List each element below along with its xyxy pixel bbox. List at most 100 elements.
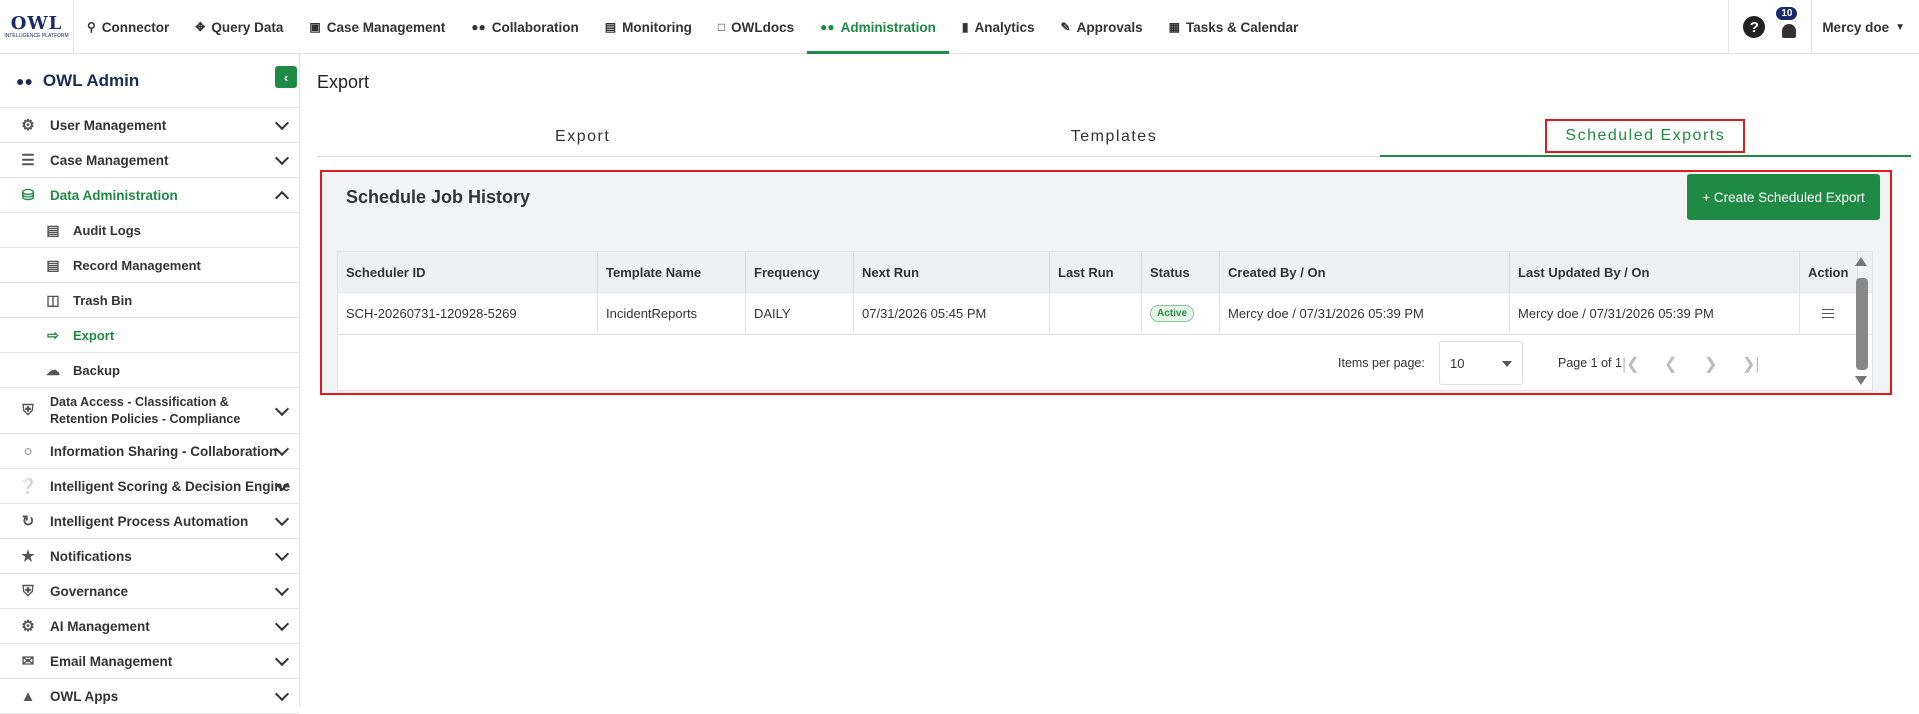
last-page-icon[interactable]: ❯| bbox=[1742, 354, 1760, 374]
column-header-last-run[interactable]: Last Run bbox=[1050, 252, 1142, 292]
nav-label: Case Management bbox=[326, 19, 446, 35]
sidebar-item-label: Case Management bbox=[50, 152, 169, 168]
scroll-down-icon[interactable] bbox=[1855, 376, 1867, 385]
column-header-scheduler-id[interactable]: Scheduler ID bbox=[338, 252, 598, 292]
sidebar-item-label: Audit Logs bbox=[73, 222, 141, 238]
create-scheduled-export-button[interactable]: + Create Scheduled Export bbox=[1687, 174, 1880, 220]
tab-scheduled-exports[interactable]: Scheduled Exports bbox=[1379, 117, 1911, 157]
sidebar-item-label-wrap: Data Access - Classification & Retention … bbox=[50, 394, 240, 428]
sidebar-item-label: Trash Bin bbox=[73, 292, 133, 308]
books-icon: ☰ bbox=[21, 152, 35, 169]
nav-tasks-calendar[interactable]: ▦ Tasks & Calendar bbox=[1156, 0, 1312, 54]
top-right-controls: ? 10 Mercy doe ▼ bbox=[1728, 0, 1919, 54]
sidebar-item-owl-apps[interactable]: ▲ OWL Apps bbox=[0, 679, 299, 714]
items-per-page-select[interactable]: 10 bbox=[1439, 341, 1523, 385]
nav-label: OWLdocs bbox=[731, 19, 795, 35]
page-range-label: Page 1 of 1 bbox=[1558, 356, 1622, 370]
chart-icon: ▲ bbox=[20, 687, 36, 705]
nav-administration[interactable]: ●● Administration bbox=[807, 0, 949, 54]
nav-label: Analytics bbox=[974, 19, 1035, 35]
next-page-icon[interactable]: ❯ bbox=[1704, 354, 1717, 374]
shield-check-icon: ⛨ bbox=[22, 402, 34, 419]
column-header-last-updated-by[interactable]: Last Updated By / On bbox=[1510, 252, 1800, 292]
sidebar-subitem-trash-bin[interactable]: ◫ Trash Bin bbox=[0, 283, 299, 318]
case-icon: ▣ bbox=[309, 20, 321, 34]
nav-label: Administration bbox=[840, 19, 936, 35]
nav-label: Monitoring bbox=[622, 19, 692, 35]
sidebar-item-notifications[interactable]: ★ Notifications bbox=[0, 539, 299, 574]
main-content: Export Export Templates Scheduled Export… bbox=[306, 54, 1919, 707]
column-header-created-by[interactable]: Created By / On bbox=[1220, 252, 1510, 292]
table-scrollbar[interactable] bbox=[1850, 252, 1872, 390]
question-circle-icon: ❔ bbox=[18, 478, 38, 495]
docs-icon: □ bbox=[717, 20, 726, 34]
tab-label: Export bbox=[555, 127, 611, 145]
sidebar-item-case-management[interactable]: ☰ Case Management bbox=[0, 143, 299, 178]
column-header-frequency[interactable]: Frequency bbox=[746, 252, 854, 292]
cell-last-updated-by: Mercy doe / 07/31/2026 05:39 PM bbox=[1510, 293, 1800, 334]
sidebar-item-label: Backup bbox=[73, 362, 120, 378]
sidebar-item-information-sharing[interactable]: ○ Information Sharing - Collaboration bbox=[0, 434, 299, 469]
previous-page-icon[interactable]: ❮ bbox=[1664, 354, 1677, 374]
network-icon: ○ bbox=[23, 442, 33, 460]
ai-gear-icon: ⚙ bbox=[21, 618, 35, 635]
chevron-left-icon: ‹ bbox=[283, 69, 289, 85]
column-header-template-name[interactable]: Template Name bbox=[598, 252, 746, 292]
chevron-down-icon bbox=[274, 651, 290, 667]
sidebar-item-intelligent-scoring[interactable]: ❔ Intelligent Scoring & Decision Engine bbox=[0, 469, 299, 504]
notifications-button[interactable]: 10 bbox=[1776, 0, 1801, 54]
cloud-upload-icon: ☁ bbox=[46, 361, 60, 378]
column-header-next-run[interactable]: Next Run bbox=[854, 252, 1050, 292]
user-menu[interactable]: Mercy doe ▼ bbox=[1811, 0, 1919, 54]
row-actions-menu-icon[interactable] bbox=[1822, 309, 1834, 318]
first-page-icon[interactable]: |❮ bbox=[1622, 354, 1640, 374]
nav-monitoring[interactable]: ▤ Monitoring bbox=[592, 0, 705, 54]
nav-case-management[interactable]: ▣ Case Management bbox=[296, 0, 458, 54]
notification-count-badge: 10 bbox=[1776, 7, 1798, 20]
sidebar-item-ai-management[interactable]: ⚙ AI Management bbox=[0, 609, 299, 644]
shield-icon: ⛨ bbox=[22, 582, 34, 600]
nav-query-data[interactable]: ✥ Query Data bbox=[182, 0, 296, 54]
approvals-icon: ✎ bbox=[1060, 20, 1071, 34]
tab-templates[interactable]: Templates bbox=[848, 117, 1380, 157]
cell-status: Active bbox=[1142, 293, 1220, 334]
owl-logo[interactable]: OWL INTELLIGENCE PLATFORM bbox=[0, 0, 74, 54]
collapse-sidebar-button[interactable]: ‹ bbox=[275, 66, 297, 88]
scheduled-jobs-table: Scheduler ID Template Name Frequency Nex… bbox=[337, 251, 1873, 391]
help-icon[interactable]: ? bbox=[1743, 16, 1766, 38]
sidebar-item-label: Data Administration bbox=[50, 187, 178, 203]
sidebar-subitem-audit-logs[interactable]: ▤ Audit Logs bbox=[0, 213, 299, 248]
sidebar-item-label: Data Access - Classification & bbox=[50, 394, 229, 409]
schedule-job-history-panel: Schedule Job History + Create Scheduled … bbox=[320, 170, 1892, 395]
sidebar-item-label: Governance bbox=[50, 583, 129, 599]
sidebar-item-user-management[interactable]: ⚙ User Management bbox=[0, 108, 299, 143]
search-icon: ⚲ bbox=[87, 20, 96, 34]
tab-bar: Export Templates Scheduled Exports bbox=[317, 117, 1911, 157]
sidebar-subitem-backup[interactable]: ☁ Backup bbox=[0, 353, 299, 388]
nav-owldocs[interactable]: □ OWLdocs bbox=[705, 0, 807, 54]
document-icon: ▤ bbox=[46, 256, 60, 273]
scrollbar-thumb[interactable] bbox=[1856, 278, 1868, 370]
clipboard-icon: ▤ bbox=[46, 221, 60, 238]
sidebar-subitem-export[interactable]: ⇨ Export bbox=[0, 318, 299, 353]
tab-export[interactable]: Export bbox=[317, 117, 849, 157]
sidebar-item-governance[interactable]: ⛨ Governance bbox=[0, 574, 299, 609]
sidebar-item-data-administration[interactable]: ⛁ Data Administration bbox=[0, 178, 299, 213]
sidebar-subitem-record-management[interactable]: ▤ Record Management bbox=[0, 248, 299, 283]
nav-connector[interactable]: ⚲ Connector bbox=[74, 0, 182, 54]
column-header-status[interactable]: Status bbox=[1142, 252, 1220, 292]
sidebar-item-intelligent-process-automation[interactable]: ↻ Intelligent Process Automation bbox=[0, 504, 299, 539]
sidebar-item-email-management[interactable]: ✉ Email Management bbox=[0, 644, 299, 679]
sidebar-item-data-access[interactable]: ⛨ Data Access - Classification & Retention… bbox=[0, 388, 299, 434]
database-icon: ⛁ bbox=[21, 187, 35, 204]
nav-analytics[interactable]: ▮ Analytics bbox=[949, 0, 1048, 54]
cell-created-by: Mercy doe / 07/31/2026 05:39 PM bbox=[1220, 293, 1510, 334]
nav-collaboration[interactable]: ●● Collaboration bbox=[458, 0, 592, 54]
chevron-down-icon bbox=[274, 115, 290, 131]
top-navigation-bar: OWL INTELLIGENCE PLATFORM ⚲ Connector ✥ Qu… bbox=[0, 0, 1919, 54]
sidebar-item-label: Information Sharing - Collaboration bbox=[50, 443, 278, 459]
sidebar-item-label: Record Management bbox=[73, 257, 201, 273]
nav-approvals[interactable]: ✎ Approvals bbox=[1048, 0, 1156, 54]
analytics-icon: ▮ bbox=[961, 20, 969, 34]
scroll-up-icon[interactable] bbox=[1855, 257, 1867, 266]
